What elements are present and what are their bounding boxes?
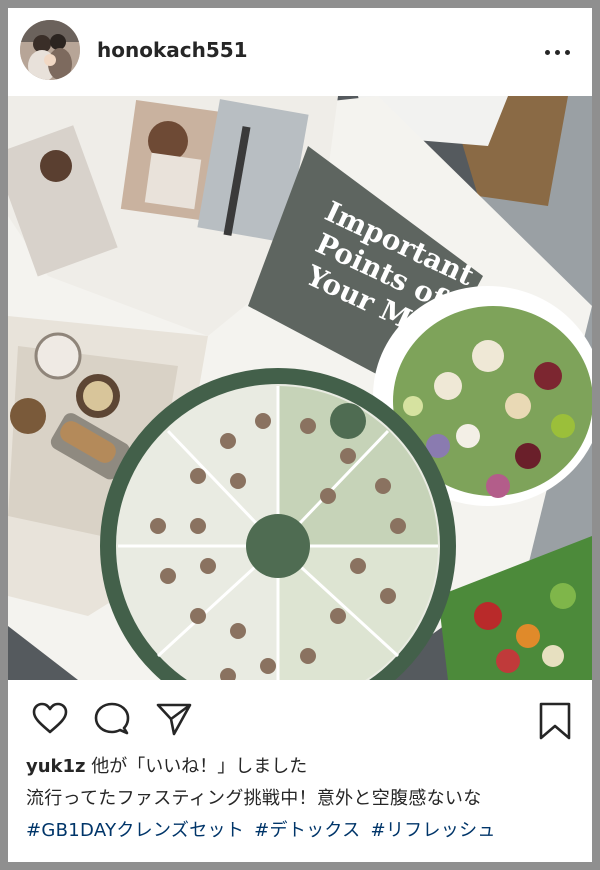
bookmark-icon[interactable] xyxy=(538,702,572,740)
avatar[interactable] xyxy=(20,20,80,80)
comment-icon[interactable] xyxy=(94,702,130,736)
action-bar xyxy=(8,680,592,755)
post-image[interactable]: Important Points of Your Meal xyxy=(8,96,592,680)
paper-plane-icon[interactable] xyxy=(156,702,192,736)
hashtag[interactable]: #デトックス xyxy=(254,820,360,841)
likes-line: yuk1z 他が「いいね！」しました xyxy=(26,752,307,778)
more-options-icon[interactable] xyxy=(545,42,573,62)
likes-text: 他が「いいね！」しました xyxy=(85,756,308,777)
heart-icon[interactable] xyxy=(32,702,68,734)
hashtags: #GB1DAYクレンズセット #デトックス #リフレッシュ xyxy=(26,816,506,842)
post-card: honokach551 Important Points of Your Mea… xyxy=(8,8,592,862)
username[interactable]: honokach551 xyxy=(97,38,248,62)
avatar-photo xyxy=(20,20,80,80)
hashtag[interactable]: #リフレッシュ xyxy=(370,820,495,841)
liker-username[interactable]: yuk1z xyxy=(26,756,86,777)
caption-text: 流行ってたファスティング挑戦中！意外と空腹感ないな xyxy=(26,788,482,809)
post-header: honokach551 xyxy=(8,8,592,96)
hashtag[interactable]: #GB1DAYクレンズセット xyxy=(26,820,244,841)
